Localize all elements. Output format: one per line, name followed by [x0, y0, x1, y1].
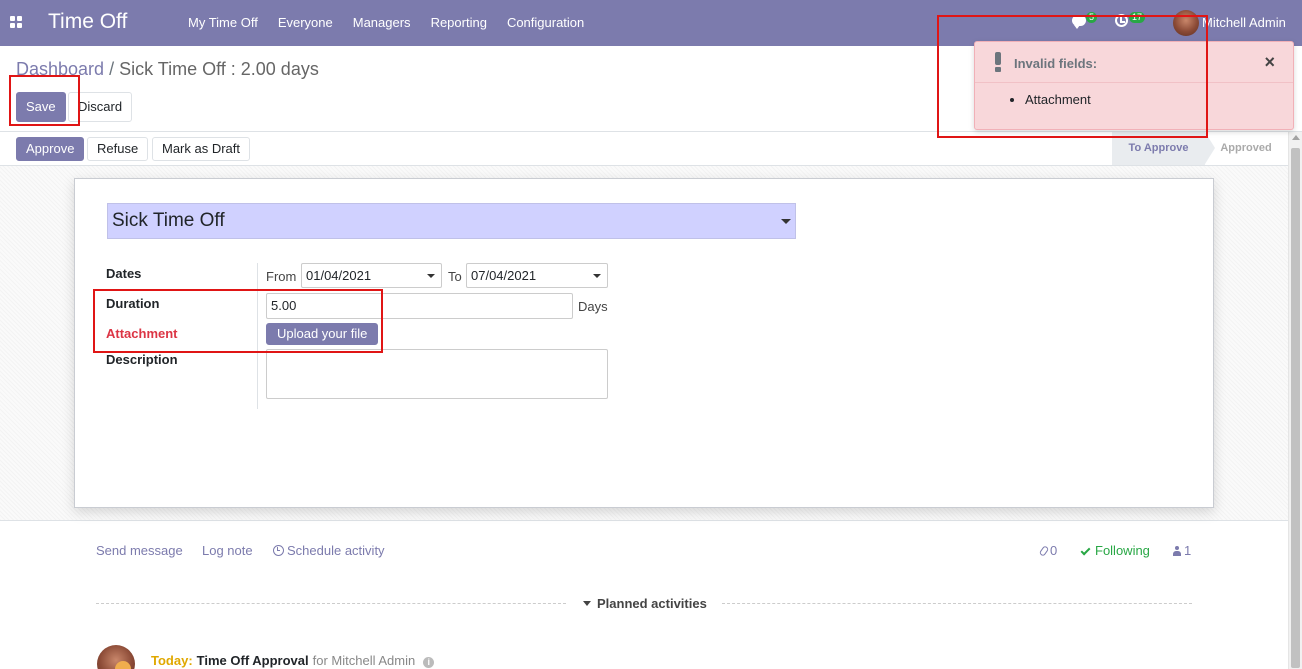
invalid-field-item: Attachment	[1025, 92, 1091, 107]
date-from-input[interactable]: 01/04/2021	[301, 263, 442, 288]
activities-count-badge: 17	[1129, 12, 1146, 23]
divider-line	[96, 603, 566, 604]
activities-clock-icon[interactable]	[1115, 14, 1128, 27]
label-separator	[257, 263, 258, 409]
scroll-up-arrow-icon[interactable]	[1292, 135, 1300, 140]
mark-as-draft-button[interactable]: Mark as Draft	[152, 137, 251, 161]
top-navbar: Time Off My Time Off Everyone Managers R…	[0, 0, 1302, 46]
approve-button[interactable]: Approve	[16, 137, 85, 161]
to-label: To	[448, 269, 462, 284]
duration-input[interactable]: 5.00	[266, 293, 573, 319]
breadcrumb-current: Sick Time Off : 2.00 days	[119, 59, 319, 79]
scrollbar-thumb[interactable]	[1291, 148, 1300, 668]
caret-down-icon	[583, 601, 591, 606]
clock-icon	[273, 545, 284, 556]
log-note-button[interactable]: Log note	[202, 543, 253, 558]
invalid-fields-list: Attachment	[1025, 92, 1091, 107]
date-to-value: 07/04/2021	[471, 268, 537, 283]
exclamation-icon	[995, 52, 1001, 72]
send-message-button[interactable]: Send message	[96, 543, 183, 558]
duration-label: Duration	[106, 296, 160, 311]
following-label: Following	[1095, 543, 1150, 558]
dates-label: Dates	[106, 266, 142, 281]
date-from-value: 01/04/2021	[306, 268, 372, 283]
activity-avatar	[97, 645, 135, 669]
app-title[interactable]: Time Off	[48, 10, 127, 34]
form-statusbar: Approve Refuse Mark as Draft To Approve …	[0, 132, 1302, 166]
check-icon	[1080, 545, 1091, 556]
menu-item-everyone[interactable]: Everyone	[268, 0, 343, 46]
from-label: From	[266, 269, 297, 284]
leave-type-value: Sick Time Off	[112, 210, 225, 231]
attachments-button[interactable]: 0	[1038, 543, 1058, 558]
discard-button[interactable]: Discard	[68, 92, 133, 122]
schedule-activity-label: Schedule activity	[287, 543, 385, 558]
refuse-button[interactable]: Refuse	[87, 137, 149, 161]
user-avatar[interactable]	[1173, 10, 1199, 36]
planned-activities-toggle[interactable]: Planned activities	[583, 596, 707, 611]
breadcrumb: Dashboard / Sick Time Off : 2.00 days	[16, 59, 319, 80]
messages-icon[interactable]	[1072, 15, 1086, 29]
menu-item-reporting[interactable]: Reporting	[421, 0, 497, 46]
followers-count: 1	[1184, 543, 1192, 558]
user-icon	[1173, 546, 1181, 556]
attachment-label: Attachment	[106, 326, 178, 341]
divider-line	[722, 603, 1192, 604]
close-icon[interactable]: ×	[1264, 52, 1275, 72]
followers-button[interactable]: 1	[1173, 543, 1191, 558]
menu-item-configuration[interactable]: Configuration	[497, 0, 594, 46]
breadcrumb-dashboard-link[interactable]: Dashboard	[16, 59, 104, 79]
paperclip-icon	[1038, 545, 1050, 557]
description-textarea[interactable]	[266, 349, 608, 399]
menu-item-my-time-off[interactable]: My Time Off	[178, 0, 268, 46]
activity-assignee: for Mitchell Admin	[312, 653, 416, 668]
main-menu: My Time Off Everyone Managers Reporting …	[178, 0, 594, 46]
chevron-down-icon	[781, 219, 791, 224]
upload-file-button[interactable]: Upload your file	[266, 323, 379, 345]
description-label: Description	[106, 352, 178, 367]
duration-unit: Days	[578, 299, 608, 314]
activity-title: Time Off Approval	[196, 653, 309, 668]
date-to-input[interactable]: 07/04/2021	[466, 263, 608, 288]
activity-item: Today: Time Off Approval for Mitchell Admi…	[151, 653, 435, 668]
activity-due: Today:	[151, 653, 193, 668]
planned-activities-label: Planned activities	[597, 596, 707, 611]
schedule-activity-button[interactable]: Schedule activity	[273, 543, 385, 558]
breadcrumb-separator: /	[109, 59, 115, 79]
save-button[interactable]: Save	[16, 92, 66, 122]
following-button[interactable]: Following	[1080, 543, 1150, 558]
stage-to-approve: To Approve	[1112, 132, 1215, 165]
chevron-down-icon	[427, 274, 435, 278]
user-menu-name[interactable]: Mitchell Admin	[1202, 15, 1286, 30]
messages-count-badge: 5	[1086, 12, 1098, 23]
notification-title: Invalid fields:	[1014, 56, 1098, 71]
info-icon[interactable]: i	[423, 657, 435, 668]
invalid-fields-notification: Invalid fields: × Attachment	[974, 41, 1294, 130]
attachments-count: 0	[1050, 543, 1058, 558]
leave-type-select[interactable]: Sick Time Off	[107, 203, 796, 239]
menu-item-managers[interactable]: Managers	[343, 0, 421, 46]
scrollbar[interactable]	[1288, 132, 1302, 669]
chevron-down-icon	[593, 274, 601, 278]
apps-menu-icon[interactable]	[10, 16, 22, 28]
form-sheet: Sick Time Off Dates Duration Attachment …	[74, 178, 1214, 508]
notification-header: Invalid fields: ×	[975, 42, 1293, 83]
stage-approved[interactable]: Approved	[1205, 132, 1287, 165]
